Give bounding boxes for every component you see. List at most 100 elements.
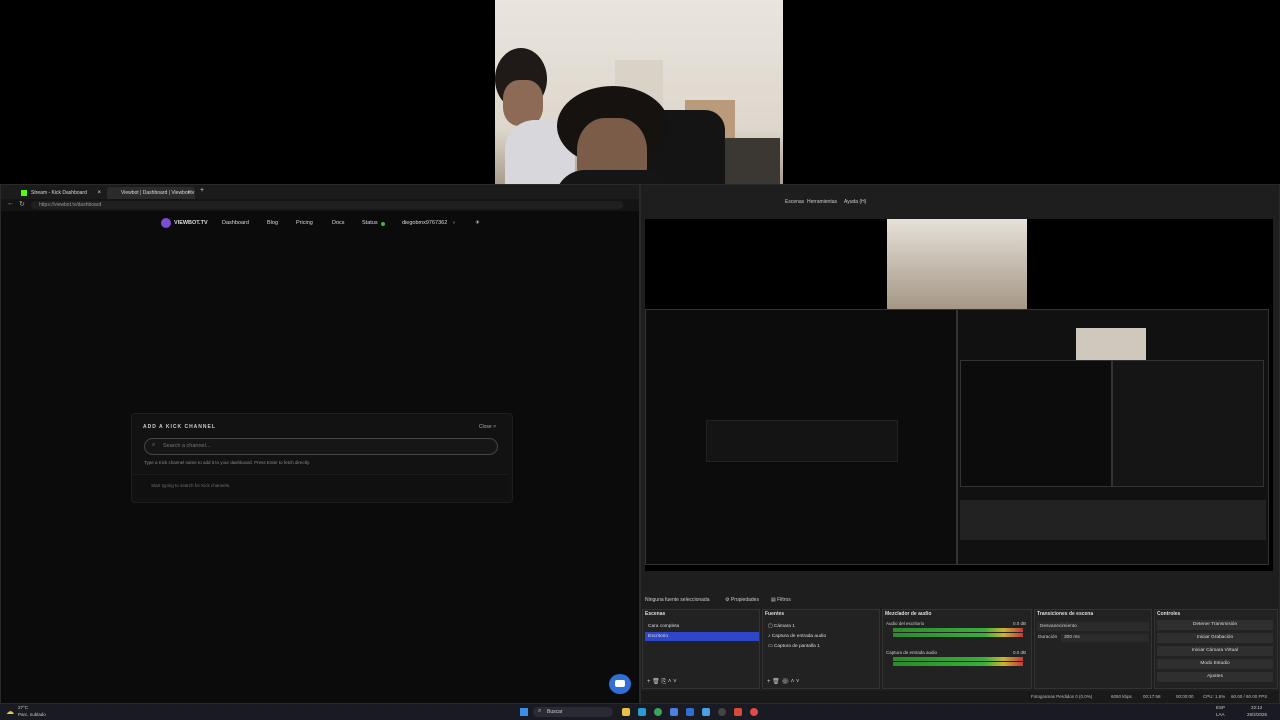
file-explorer-icon[interactable]: [622, 708, 630, 716]
results-hint: Start typing to search for Kick channels…: [134, 474, 508, 497]
nav-blog[interactable]: Blog: [267, 220, 278, 226]
new-tab-button[interactable]: +: [200, 187, 204, 194]
url-field[interactable]: https://viewbot.tv/dashboard: [31, 201, 623, 209]
add-source-icon[interactable]: + 🗑 ⚙ ˄ ˅: [767, 678, 799, 685]
tab-label: Viewbot | Dashboard | Viewbot.tv: [121, 190, 195, 196]
scenes-panel: Escenas Cara completa Escritorio + 🗑 ⎘ ˄…: [642, 609, 760, 689]
address-bar: ← ↻ https://viewbot.tv/dashboard: [1, 199, 639, 211]
channel-search-input[interactable]: ⌕ Search a channel...: [144, 438, 498, 455]
user-menu[interactable]: diegobmx9767362: [402, 220, 447, 226]
obs-preview[interactable]: [645, 219, 1273, 571]
menu-ayuda[interactable]: Ayuda (H): [844, 199, 866, 205]
viewbot-logo-icon: [161, 218, 171, 228]
sources-panel: Fuentes ▢ Cámara 1 ♪ Captura de entrada …: [762, 609, 880, 689]
start-icon[interactable]: [520, 708, 528, 716]
chat-button[interactable]: [609, 674, 631, 694]
taskbar-search[interactable]: ⌕ Buscar: [533, 707, 613, 717]
reload-icon[interactable]: ↻: [19, 200, 25, 208]
lang-indicator-2: LAA: [1216, 712, 1225, 717]
help-text: Type a Kick channel name to add it to yo…: [144, 460, 311, 465]
nav-dashboard[interactable]: Dashboard: [222, 220, 249, 226]
add-channel-modal: ADD A KICK CHANNEL Close × ⌕ Search a ch…: [131, 413, 513, 503]
mixer-channel-name: Audio del escritorio: [886, 621, 925, 626]
obs-status-bar: Fotogramas Perdidos 0 (0.0%) 6050 kbps 0…: [641, 691, 1279, 703]
audio-meter: [893, 657, 1023, 661]
tab-kick-dashboard[interactable]: Stream - Kick Dashboard ×: [17, 187, 105, 199]
theme-toggle-icon[interactable]: ☀: [475, 220, 480, 226]
cpu-usage: CPU: 1.5%: [1203, 694, 1226, 699]
store-icon[interactable]: [670, 708, 678, 716]
nav-status[interactable]: Status: [362, 220, 378, 226]
chevron-right-icon: ›: [453, 220, 455, 226]
app-icon[interactable]: [734, 708, 742, 716]
mail-icon[interactable]: [686, 708, 694, 716]
mixer-channel-db: 0.0 dB: [1013, 650, 1027, 655]
taskbar: ☁ 27°C Parc. nublado ⌕ Buscar ESP LAA 22…: [0, 704, 1280, 720]
stop-stream-button[interactable]: Detener Transmisión: [1157, 620, 1273, 630]
edge-icon[interactable]: [638, 708, 646, 716]
tab-label: Stream - Kick Dashboard: [31, 190, 87, 196]
chrome-icon[interactable]: [654, 708, 662, 716]
weather-icon: ☁: [6, 707, 14, 716]
brand-logo[interactable]: VIEWBOT.TV: [174, 220, 208, 226]
tab-viewbot-dashboard[interactable]: Viewbot | Dashboard | Viewbot.tv ×: [107, 187, 195, 199]
clock-time[interactable]: 22:12: [1251, 705, 1262, 710]
preview-browser-capture: [645, 309, 957, 565]
modal-title: ADD A KICK CHANNEL: [143, 424, 216, 430]
duration-field[interactable]: 300 ms: [1061, 634, 1149, 642]
mixer-title: Mezclador de audio: [885, 611, 932, 617]
mixer-channel-db: 0.0 dB: [1013, 621, 1027, 626]
rec-time: 00:00:00: [1176, 694, 1194, 699]
controls-title: Controles: [1157, 611, 1181, 617]
properties-button[interactable]: ⚙ Propiedades: [725, 597, 759, 603]
source-item[interactable]: ▢ Cámara 1: [765, 622, 879, 631]
transition-select[interactable]: Desvanecimiento: [1037, 622, 1149, 631]
audio-meter: [893, 633, 1023, 637]
close-icon[interactable]: ×: [97, 187, 101, 199]
browser-window: Stream - Kick Dashboard × Viewbot | Dash…: [0, 184, 640, 704]
menu-herramientas[interactable]: Herramientas: [807, 199, 837, 205]
audio-meter: [893, 662, 1023, 666]
status-dot-icon: [381, 222, 385, 226]
lang-indicator[interactable]: ESP: [1216, 705, 1225, 710]
nav-docs[interactable]: Docs: [332, 220, 345, 226]
app-icon[interactable]: [702, 708, 710, 716]
obs-icon[interactable]: [718, 708, 726, 716]
clock-date[interactable]: 28/2/2026: [1247, 712, 1267, 717]
dropped-frames: Fotogramas Perdidos 0 (0.0%): [1031, 694, 1093, 699]
search-icon: ⌕: [538, 708, 542, 714]
back-icon[interactable]: ←: [7, 200, 14, 207]
search-label: Buscar: [547, 709, 563, 715]
menu-escenas[interactable]: Escenas: [785, 199, 804, 205]
duration-label: Duración: [1038, 635, 1058, 640]
search-placeholder: Search a channel...: [163, 443, 211, 449]
browser-tab-bar: Stream - Kick Dashboard × Viewbot | Dash…: [1, 185, 639, 199]
virtual-camera-button[interactable]: Iniciar Cámara Virtual: [1157, 646, 1273, 656]
scene-item[interactable]: Cara completa: [645, 622, 759, 631]
stream-time: 00:17:58: [1143, 694, 1161, 699]
settings-button[interactable]: Ajustes: [1157, 672, 1273, 682]
filters-button[interactable]: ▤ Filtros: [771, 597, 791, 603]
start-recording-button[interactable]: Iniciar Grabación: [1157, 633, 1273, 643]
source-item[interactable]: ♪ Captura de entrada audio: [765, 632, 879, 641]
close-icon[interactable]: ×: [187, 187, 191, 199]
studio-mode-button[interactable]: Modo Estudio: [1157, 659, 1273, 669]
weather-temp: 27°C: [18, 705, 29, 710]
audio-mixer-panel: Mezclador de audio Audio del escritorio …: [882, 609, 1032, 689]
app-icon[interactable]: [750, 708, 758, 716]
hint-text: Start typing to search for Kick channels…: [151, 483, 231, 488]
scene-item-selected[interactable]: Escritorio: [645, 632, 759, 641]
transitions-panel: Transiciones de escena Desvanecimiento D…: [1034, 609, 1152, 689]
source-item[interactable]: ▭ Captura de pantalla 1: [765, 642, 879, 651]
chat-icon: [615, 680, 625, 687]
search-icon: ⌕: [152, 442, 156, 448]
add-scene-icon[interactable]: + 🗑 ⎘ ˄ ˅: [647, 678, 677, 686]
close-button[interactable]: Close ×: [479, 424, 496, 430]
mixer-channel-name: Captura de entrada audio: [886, 650, 938, 655]
kick-icon: [21, 190, 27, 196]
transitions-title: Transiciones de escena: [1037, 611, 1094, 617]
nav-pricing[interactable]: Pricing: [296, 220, 313, 226]
scenes-title: Escenas: [645, 611, 666, 617]
fps: 60.00 / 60.00 FPS: [1231, 694, 1268, 699]
bitrate: 6050 kbps: [1111, 694, 1132, 699]
